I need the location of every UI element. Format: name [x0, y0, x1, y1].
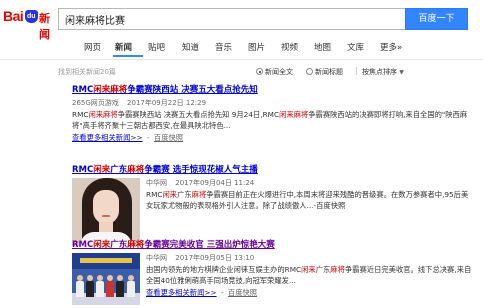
scope-full-text-label: 新闻全文 [265, 68, 293, 76]
active-tab-indicator [113, 55, 143, 57]
scope-title-label: 新闻标题 [315, 68, 343, 76]
tab-web[interactable]: 网页 [84, 41, 101, 53]
tabs-divider [0, 59, 483, 60]
snapshot-link[interactable]: 百度快照 [154, 133, 183, 142]
radio-checked-icon[interactable] [256, 68, 263, 75]
tab-video[interactable]: 视频 [281, 41, 298, 53]
tab-images[interactable]: 图片 [248, 41, 265, 53]
result-title-link[interactable]: RMC闲来广东麻将争霸赛完美收官 三强出炉惊艳大赛 [72, 239, 472, 251]
tab-more[interactable]: 更多» [380, 41, 402, 53]
result-date: 2017年09月04日 11:24 [175, 179, 255, 187]
result-abstract: RMC闲来广东麻将争霸赛目前正在火爆进行中,本周末将迎来残酷的晋级赛。在数万参赛… [146, 190, 469, 210]
result-abstract: RMC闲来麻将争霸赛陕西站 决赛五大看点抢先知 9月24日,RMC闲来麻将争霸赛… [72, 110, 468, 130]
radio-unchecked-icon[interactable] [306, 68, 313, 75]
sort-label: 按焦点排序 [362, 68, 397, 76]
result-links: 查看更多相关新闻>> - 百度快照 [146, 287, 472, 298]
separator: - [146, 133, 150, 142]
tab-music[interactable]: 音乐 [215, 41, 232, 53]
separator: - [220, 288, 224, 297]
more-related-news-link[interactable]: 查看更多相关新闻>> [72, 133, 143, 142]
news-result: RMC闲来广东麻将争霸赛完美收官 三强出炉惊艳大赛 中华网 2017年09月05… [72, 239, 472, 305]
vertical-tabs: 网页 新闻 贴吧 知道 音乐 图片 视频 地图 文库 更多» [58, 38, 483, 58]
result-thumbnail[interactable] [72, 253, 140, 305]
result-abstract: 由国内领先的地方棋牌企业闲徕互娱主办的RMC闲来广东麻将争霸赛近日完美收官。线下… [146, 265, 472, 285]
result-title-link[interactable]: RMC闲来广东麻将争霸赛 选手惊现花椒人气主播 [72, 164, 472, 176]
scope-full-text-option[interactable]: 新闻全文 [256, 67, 293, 77]
result-source: 中华网 [146, 254, 167, 262]
result-source: 265G网页游戏 [72, 99, 119, 107]
snapshot-link[interactable]: 百度快照 [228, 288, 257, 297]
result-date: 2017年09月22日 12:29 [127, 99, 207, 107]
result-title-link[interactable]: RMC闲来麻将争霸赛陕西站 决赛五大看点抢先知 [72, 84, 472, 96]
sort-divider [356, 67, 357, 75]
result-thumbnail[interactable] [72, 178, 140, 246]
result-meta: 265G网页游戏 2017年09月22日 12:29 [72, 98, 472, 109]
tab-map[interactable]: 地图 [314, 41, 331, 53]
tab-news[interactable]: 新闻 [115, 41, 132, 53]
woman-portrait-image[interactable] [72, 178, 140, 246]
logo-text-du: du [27, 13, 36, 20]
more-related-news-link[interactable]: 查看更多相关新闻>> [146, 288, 217, 297]
result-meta: 中华网 2017年09月04日 11:24 [146, 178, 472, 189]
team-stage-image[interactable] [72, 253, 140, 305]
logo-section-label: 新闻 [39, 12, 50, 41]
chevron-down-icon: ▼ [399, 69, 404, 76]
tab-tieba[interactable]: 贴吧 [148, 41, 165, 53]
tab-wenku[interactable]: 文库 [347, 41, 364, 53]
logo-text-bai: Bai [3, 8, 24, 24]
result-source: 中华网 [146, 179, 167, 187]
results-count: 找到相关新闻20篇 [58, 68, 116, 76]
result-body: 中华网 2017年09月04日 11:24 RMC闲来广东麻将争霸赛目前正在火爆… [72, 178, 472, 246]
scope-title-option[interactable]: 新闻标题 [306, 67, 343, 77]
baidu-news-logo[interactable]: Bai du 新闻 [3, 8, 55, 41]
snapshot-link[interactable]: 百度快照 [316, 201, 345, 210]
result-body: 中华网 2017年09月05日 13:10 由国内领先的地方棋牌企业闲徕互娱主办… [72, 253, 472, 305]
search-button[interactable]: 百度一下 [405, 8, 468, 30]
news-result: RMC闲来麻将争霸赛陕西站 决赛五大看点抢先知 265G网页游戏 2017年09… [72, 84, 472, 143]
sort-dropdown[interactable]: 按焦点排序 ▼ [362, 67, 404, 77]
search-input[interactable]: 闲来麻将比赛 [58, 8, 405, 30]
tab-zhidao[interactable]: 知道 [182, 41, 199, 53]
result-date: 2017年09月05日 13:10 [175, 254, 255, 262]
paw-icon: du [25, 10, 38, 23]
result-links: 查看更多相关新闻>> - 百度快照 [72, 132, 472, 143]
news-result: RMC闲来广东麻将争霸赛 选手惊现花椒人气主播 中华网 2017年09月04日 … [72, 164, 472, 246]
result-meta: 中华网 2017年09月05日 13:10 [146, 253, 472, 264]
